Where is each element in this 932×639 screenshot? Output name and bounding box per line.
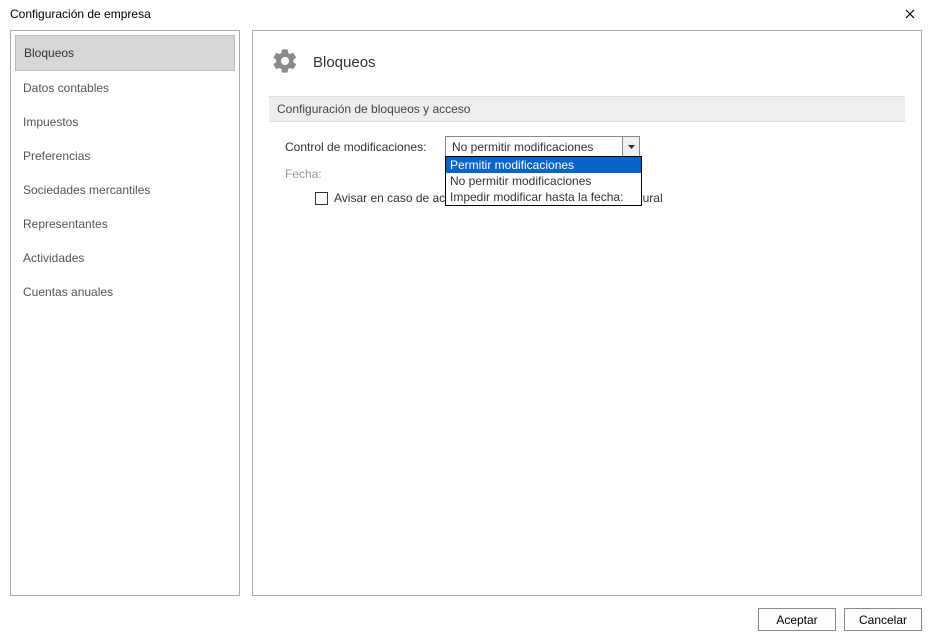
gear-icon (271, 47, 299, 78)
dropdown-list: Permitir modificaciones No permitir modi… (445, 156, 642, 206)
cancel-button[interactable]: Cancelar (844, 608, 922, 631)
sidebar-item-impuestos[interactable]: Impuestos (15, 105, 235, 139)
dropdown-option-no-permitir[interactable]: No permitir modificaciones (446, 173, 641, 189)
main-panel: Bloqueos Configuración de bloqueos y acc… (252, 30, 922, 596)
section-header: Configuración de bloqueos y acceso (269, 96, 905, 122)
dialog-button-row: Aceptar Cancelar (758, 608, 922, 631)
select-arrow-button[interactable] (622, 137, 639, 156)
sidebar: Bloqueos Datos contables Impuestos Prefe… (10, 30, 240, 596)
window-title: Configuración de empresa (10, 7, 151, 21)
title-bar: Configuración de empresa (0, 0, 932, 30)
close-icon (905, 9, 915, 19)
sidebar-item-preferencias[interactable]: Preferencias (15, 139, 235, 173)
sidebar-item-representantes[interactable]: Representantes (15, 207, 235, 241)
select-value: No permitir modificaciones (446, 137, 622, 156)
main-header: Bloqueos (269, 47, 905, 78)
avisar-checkbox[interactable] (315, 192, 328, 205)
control-modificaciones-row: Control de modificaciones: No permitir m… (269, 136, 905, 157)
sidebar-item-cuentas-anuales[interactable]: Cuentas anuales (15, 275, 235, 309)
close-button[interactable] (898, 4, 922, 24)
accept-button[interactable]: Aceptar (758, 608, 836, 631)
sidebar-item-datos-contables[interactable]: Datos contables (15, 71, 235, 105)
dropdown-option-impedir-fecha[interactable]: Impedir modificar hasta la fecha: (446, 189, 641, 205)
chevron-down-icon (628, 145, 635, 149)
dialog-body: Bloqueos Datos contables Impuestos Prefe… (0, 30, 932, 596)
sidebar-item-bloqueos[interactable]: Bloqueos (15, 35, 235, 71)
fecha-label: Fecha: (285, 167, 435, 181)
main-title: Bloqueos (313, 54, 376, 71)
control-modificaciones-label: Control de modificaciones: (285, 140, 435, 154)
sidebar-item-sociedades-mercantiles[interactable]: Sociedades mercantiles (15, 173, 235, 207)
sidebar-item-actividades[interactable]: Actividades (15, 241, 235, 275)
control-modificaciones-select[interactable]: No permitir modificaciones Permitir modi… (445, 136, 640, 157)
dropdown-option-permitir[interactable]: Permitir modificaciones (446, 157, 641, 173)
